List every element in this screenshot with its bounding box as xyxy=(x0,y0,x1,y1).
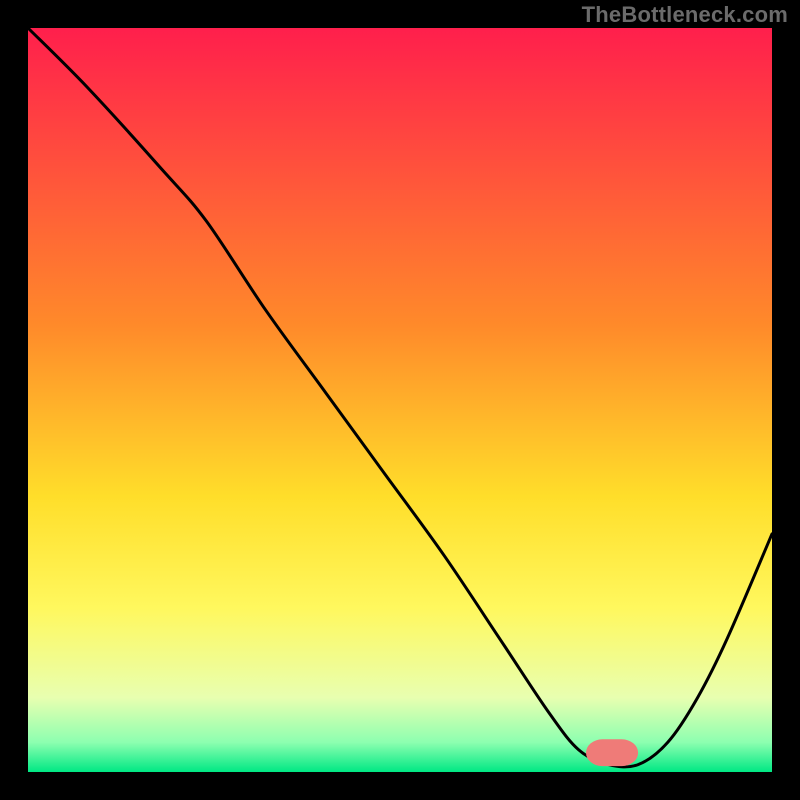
chart-gradient-panel xyxy=(28,28,772,772)
bottleneck-chart xyxy=(0,0,800,800)
watermark-text: TheBottleneck.com xyxy=(582,2,788,28)
chart-stage: TheBottleneck.com xyxy=(0,0,800,800)
bottleneck-marker xyxy=(586,739,638,766)
